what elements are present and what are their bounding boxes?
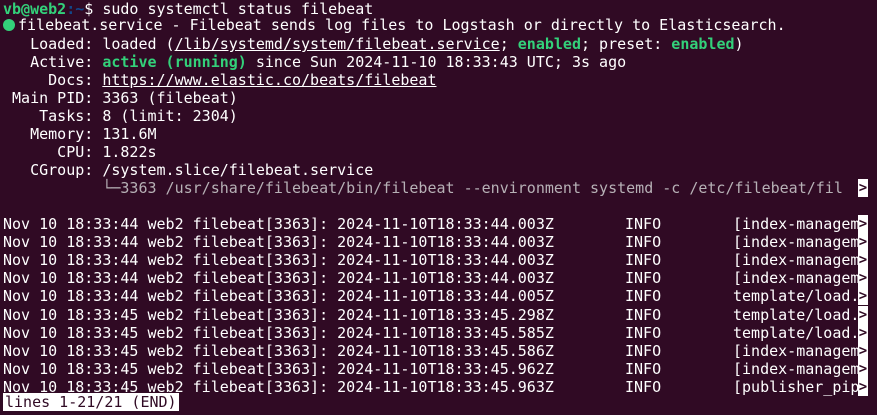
pid-label: Main PID: — [3, 89, 103, 107]
memory-value: 131.6M — [102, 125, 157, 143]
cpu-line: CPU: 1.822s — [3, 143, 157, 161]
cpu-label: CPU: — [3, 143, 103, 161]
log-level: INFO — [625, 342, 662, 360]
pager-status: lines 1-21/21 (END) — [3, 393, 179, 411]
service-header-text: filebeat.service - Filebeat sends log fi… — [18, 16, 786, 34]
truncation-marker: > — [858, 251, 868, 269]
truncation-marker: > — [858, 215, 868, 233]
log-prefix: Nov 10 18:33:45 web2 filebeat[3363]: 202… — [3, 360, 554, 378]
docs-line: Docs: https://www.elastic.co/beats/fileb… — [3, 71, 436, 89]
truncation-marker: > — [858, 269, 868, 287]
log-logger: template/load. — [733, 324, 860, 342]
loaded-separator: ; — [499, 35, 518, 53]
log-logger: [index-managem — [733, 215, 860, 233]
preset-status: enabled — [671, 35, 735, 53]
main-pid-line: Main PID: 3363 (filebeat) — [3, 89, 238, 107]
log-level: INFO — [625, 306, 662, 324]
truncation-marker: > — [858, 342, 868, 360]
tasks-line: Tasks: 8 (limit: 2304) — [3, 107, 238, 125]
truncation-marker: > — [858, 378, 868, 396]
loaded-pre: loaded ( — [102, 35, 175, 53]
log-level: INFO — [625, 215, 662, 233]
active-since: since Sun 2024-11-10 18:33:43 UTC; 3s ag… — [246, 53, 627, 71]
memory-label: Memory: — [3, 125, 103, 143]
log-logger: [index-managem — [733, 342, 860, 360]
truncation-marker: > — [858, 360, 868, 378]
preset-label: ; preset: — [580, 35, 672, 53]
log-prefix: Nov 10 18:33:45 web2 filebeat[3363]: 202… — [3, 324, 554, 342]
docs-link[interactable]: https://www.elastic.co/beats/filebeat — [102, 71, 436, 89]
active-state: active (running) — [102, 53, 247, 71]
enabled-status: enabled — [517, 35, 581, 53]
log-logger: [index-managem — [733, 269, 860, 287]
log-prefix: Nov 10 18:33:45 web2 filebeat[3363]: 202… — [3, 342, 554, 360]
log-prefix: Nov 10 18:33:44 web2 filebeat[3363]: 202… — [3, 233, 554, 251]
tree-branch-icon: └─ — [3, 179, 121, 197]
service-header-line: filebeat.service - Filebeat sends log fi… — [3, 16, 786, 34]
truncation-marker: > — [858, 306, 868, 324]
log-level: INFO — [625, 269, 662, 287]
cgroup-value: /system.slice/filebeat.service — [102, 161, 374, 179]
log-level: INFO — [625, 287, 662, 305]
log-prefix: Nov 10 18:33:45 web2 filebeat[3363]: 202… — [3, 306, 554, 324]
cgroup-process: 3363 /usr/share/filebeat/bin/filebeat --… — [120, 179, 843, 197]
tasks-label: Tasks: — [3, 107, 103, 125]
log-level: INFO — [625, 360, 662, 378]
loaded-close: ) — [734, 35, 744, 53]
tasks-value: 8 (limit: 2304) — [102, 107, 238, 125]
loaded-line: Loaded: loaded (/lib/systemd/system/file… — [3, 35, 744, 53]
log-level: INFO — [625, 324, 662, 342]
log-prefix: Nov 10 18:33:44 web2 filebeat[3363]: 202… — [3, 269, 554, 287]
log-prefix: Nov 10 18:33:44 web2 filebeat[3363]: 202… — [3, 251, 554, 269]
cgroup-label: CGroup: — [3, 161, 103, 179]
pid-value: 3363 (filebeat) — [102, 89, 238, 107]
log-logger: [publisher_pip — [733, 378, 860, 396]
loaded-label: Loaded: — [3, 35, 103, 53]
log-level: INFO — [625, 233, 662, 251]
log-logger: [index-managem — [733, 251, 860, 269]
log-logger: [index-managem — [733, 233, 860, 251]
active-line: Active: active (running) since Sun 2024-… — [3, 53, 626, 71]
cpu-value: 1.822s — [102, 143, 157, 161]
log-level: INFO — [625, 251, 662, 269]
status-dot-icon — [3, 19, 15, 31]
cgroup-process-line: └─3363 /usr/share/filebeat/bin/filebeat … — [3, 179, 843, 197]
docs-label: Docs: — [3, 71, 103, 89]
truncation-marker: > — [858, 324, 868, 342]
cgroup-line: CGroup: /system.slice/filebeat.service — [3, 161, 373, 179]
log-logger: template/load. — [733, 306, 860, 324]
log-logger: template/load. — [733, 287, 860, 305]
log-prefix: Nov 10 18:33:44 web2 filebeat[3363]: 202… — [3, 215, 554, 233]
memory-line: Memory: 131.6M — [3, 125, 157, 143]
log-prefix: Nov 10 18:33:44 web2 filebeat[3363]: 202… — [3, 287, 554, 305]
unit-file-path: /lib/systemd/system/filebeat.service — [174, 35, 500, 53]
terminal-window[interactable]: vb@web2:~$ sudo systemctl status filebea… — [0, 0, 877, 415]
log-level: INFO — [625, 378, 662, 396]
log-logger: [index-managem — [733, 360, 860, 378]
truncation-marker: > — [858, 287, 868, 305]
truncation-marker: > — [858, 179, 868, 197]
truncation-marker: > — [858, 233, 868, 251]
active-label: Active: — [3, 53, 103, 71]
